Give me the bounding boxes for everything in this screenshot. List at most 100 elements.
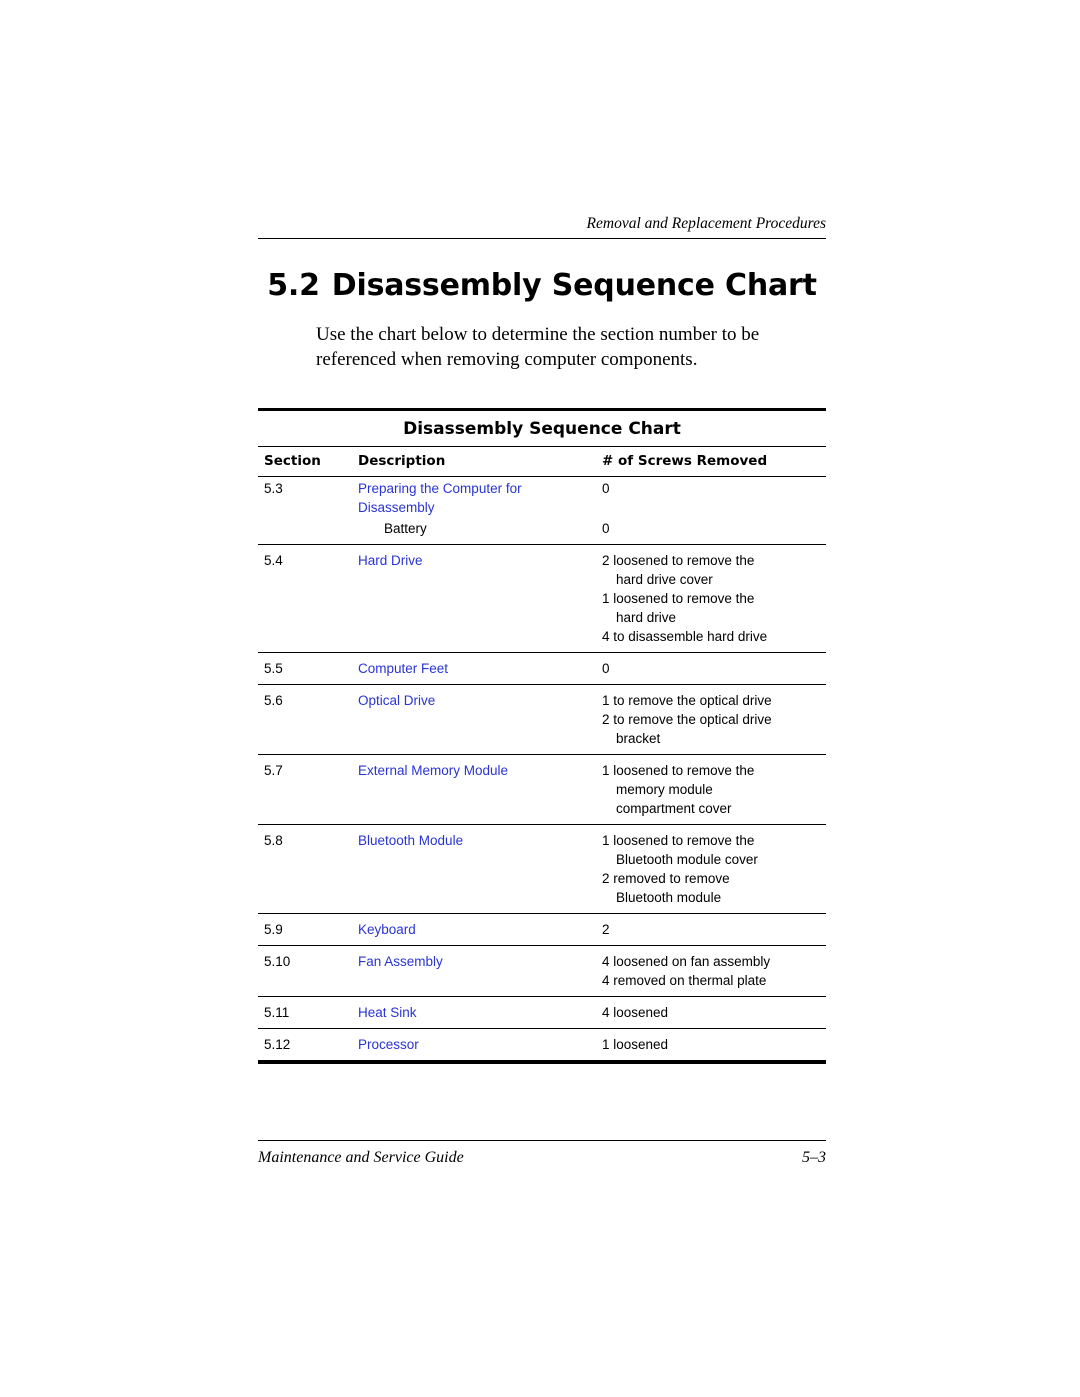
screw-line-desc: to disassemble hard drive: [613, 629, 768, 644]
screw-line-text: 2: [602, 871, 610, 886]
cell-screws: 1 loosened: [598, 1028, 826, 1061]
link-processor[interactable]: Processor: [358, 1037, 419, 1052]
screw-line: 2 loosened to remove the hard drive cover: [602, 551, 822, 589]
screw-line: 4 to disassemble hard drive: [602, 627, 822, 646]
screw-line-desc: removed to remove: [613, 871, 730, 886]
table-row: 5.8 Bluetooth Module 1 loosened to remov…: [258, 824, 826, 914]
cell-description: Bluetooth Module: [356, 824, 598, 914]
cell-description: Processor: [356, 1028, 598, 1061]
table-header-row: Section Description # of Screws Removed: [258, 446, 826, 477]
cell-screws: 2 loosened to remove the hard drive cover…: [598, 544, 826, 653]
screw-line-cont: bracket: [616, 731, 661, 746]
table-row: 5.5 Computer Feet 0: [258, 652, 826, 685]
screw-line-desc: loosened to remove the: [613, 763, 755, 778]
cell-description: Preparing the Computer for Disassembly: [356, 477, 598, 518]
footer-title: Maintenance and Service Guide: [258, 1149, 464, 1166]
column-header-section: Section: [258, 446, 356, 477]
screw-line-text: 4: [602, 629, 610, 644]
link-computer-feet[interactable]: Computer Feet: [358, 661, 448, 676]
link-fan-assembly[interactable]: Fan Assembly: [358, 954, 443, 969]
cell-section: 5.3: [264, 481, 283, 496]
screw-line: 2 removed to remove Bluetooth module: [602, 869, 822, 907]
screw-line-desc: removed on thermal plate: [613, 973, 767, 988]
link-keyboard[interactable]: Keyboard: [358, 922, 416, 937]
screw-line-desc: loosened to remove the: [613, 553, 755, 568]
cell-description: Keyboard: [356, 913, 598, 946]
table-row: 5.4 Hard Drive 2 loosened to remove the h…: [258, 544, 826, 653]
screw-line-cont: hard drive cover: [616, 572, 713, 587]
cell-description: Fan Assembly: [356, 945, 598, 997]
screw-line-desc: loosened to remove the: [613, 833, 755, 848]
screw-line-cont: Bluetooth module: [616, 890, 722, 905]
footer-rule: [258, 1140, 826, 1141]
running-head-rule: [258, 238, 826, 239]
cell-screws: 2: [598, 913, 826, 946]
table-bottom-rule: [258, 1061, 826, 1064]
cell-section: 5.6: [258, 684, 356, 755]
page-title: 5.2 Disassembly Sequence Chart: [258, 268, 826, 303]
screw-line: 4 loosened on fan assembly: [602, 952, 822, 971]
screw-line-text: 1: [602, 693, 610, 708]
cell-section: 5.5: [258, 652, 356, 685]
table-row: 5.6 Optical Drive 1 to remove the optica…: [258, 684, 826, 755]
cell-description: Optical Drive: [356, 684, 598, 755]
cell-description-sub-text: Battery: [384, 521, 427, 536]
cell-screws: 1 to remove the optical drive 2 to remov…: [598, 684, 826, 755]
cell-section: 5.10: [258, 945, 356, 997]
screw-line-desc: to remove the optical drive: [613, 712, 772, 727]
cell-screws: 1 loosened to remove the memory module co…: [598, 754, 826, 825]
screw-line: 1 loosened to remove the Bluetooth module…: [602, 831, 822, 869]
cell-section: 5.8: [258, 824, 356, 914]
screw-line: 1 loosened to remove the hard drive: [602, 589, 822, 627]
cell-section: 5.9: [258, 913, 356, 946]
table-row-sub: Battery 0: [258, 517, 826, 545]
document-page: Removal and Replacement Procedures 5.2 Di…: [0, 0, 1080, 1397]
table-row: 5.12 Processor 1 loosened: [258, 1028, 826, 1061]
cell-description-sub: Battery: [356, 517, 598, 545]
screw-line-cont: hard drive: [616, 610, 677, 625]
screw-line-text: 1: [602, 833, 610, 848]
cell-section: 5.4: [258, 544, 356, 653]
cell-description: External Memory Module: [356, 754, 598, 825]
table-row: 5.3 Preparing the Computer for Disassemb…: [258, 477, 826, 518]
link-heat-sink[interactable]: Heat Sink: [358, 1005, 417, 1020]
table-row: 5.11 Heat Sink 4 loosened: [258, 996, 826, 1029]
screw-line: 1 to remove the optical drive: [602, 691, 822, 710]
link-external-memory-module[interactable]: External Memory Module: [358, 763, 508, 778]
cell-section: 5.11: [258, 996, 356, 1029]
column-header-screws: # of Screws Removed: [598, 446, 826, 477]
section-number: 5.2: [267, 268, 320, 303]
screw-line-cont: Bluetooth module cover: [616, 852, 758, 867]
table-row: 5.10 Fan Assembly 4 loosened on fan asse…: [258, 945, 826, 997]
link-bluetooth-module[interactable]: Bluetooth Module: [358, 833, 463, 848]
screw-line-desc: loosened to remove the: [613, 591, 755, 606]
screw-line-text: 2: [602, 553, 610, 568]
screw-line: 4 removed on thermal plate: [602, 971, 822, 990]
screw-line-text: 1: [602, 591, 610, 606]
link-hard-drive[interactable]: Hard Drive: [358, 553, 423, 568]
cell-section: 5.7: [258, 754, 356, 825]
table-row: 5.7 External Memory Module 1 loosened to…: [258, 754, 826, 825]
table-row: 5.9 Keyboard 2: [258, 913, 826, 946]
cell-screws: 4 loosened: [598, 996, 826, 1029]
screw-line-text: 2: [602, 712, 610, 727]
link-preparing-the-computer-for-disassembly[interactable]: Preparing the Computer for Disassembly: [358, 481, 522, 515]
disassembly-sequence-table: Section Description # of Screws Removed …: [258, 446, 826, 1061]
cell-description: Heat Sink: [356, 996, 598, 1029]
screw-line: 2 to remove the optical drive bracket: [602, 710, 822, 748]
cell-screws: 4 loosened on fan assembly 4 removed on …: [598, 945, 826, 997]
screw-line-text: 4: [602, 954, 610, 969]
disassembly-sequence-table-wrapper: Disassembly Sequence Chart Section Descr…: [258, 408, 826, 1064]
cell-screws: 1 loosened to remove the Bluetooth module…: [598, 824, 826, 914]
screw-line-text: 1: [602, 763, 610, 778]
cell-screws: 0: [602, 481, 610, 496]
table-caption: Disassembly Sequence Chart: [403, 419, 681, 439]
screw-line-cont: memory module compartment cover: [616, 782, 732, 816]
cell-screws-sub: 0: [598, 517, 826, 545]
cell-section: 5.12: [258, 1028, 356, 1061]
cell-description: Computer Feet: [356, 652, 598, 685]
cell-screws: 0: [598, 652, 826, 685]
section-title-text: Disassembly Sequence Chart: [331, 268, 817, 303]
cell-section-empty: [258, 517, 356, 545]
link-optical-drive[interactable]: Optical Drive: [358, 693, 435, 708]
